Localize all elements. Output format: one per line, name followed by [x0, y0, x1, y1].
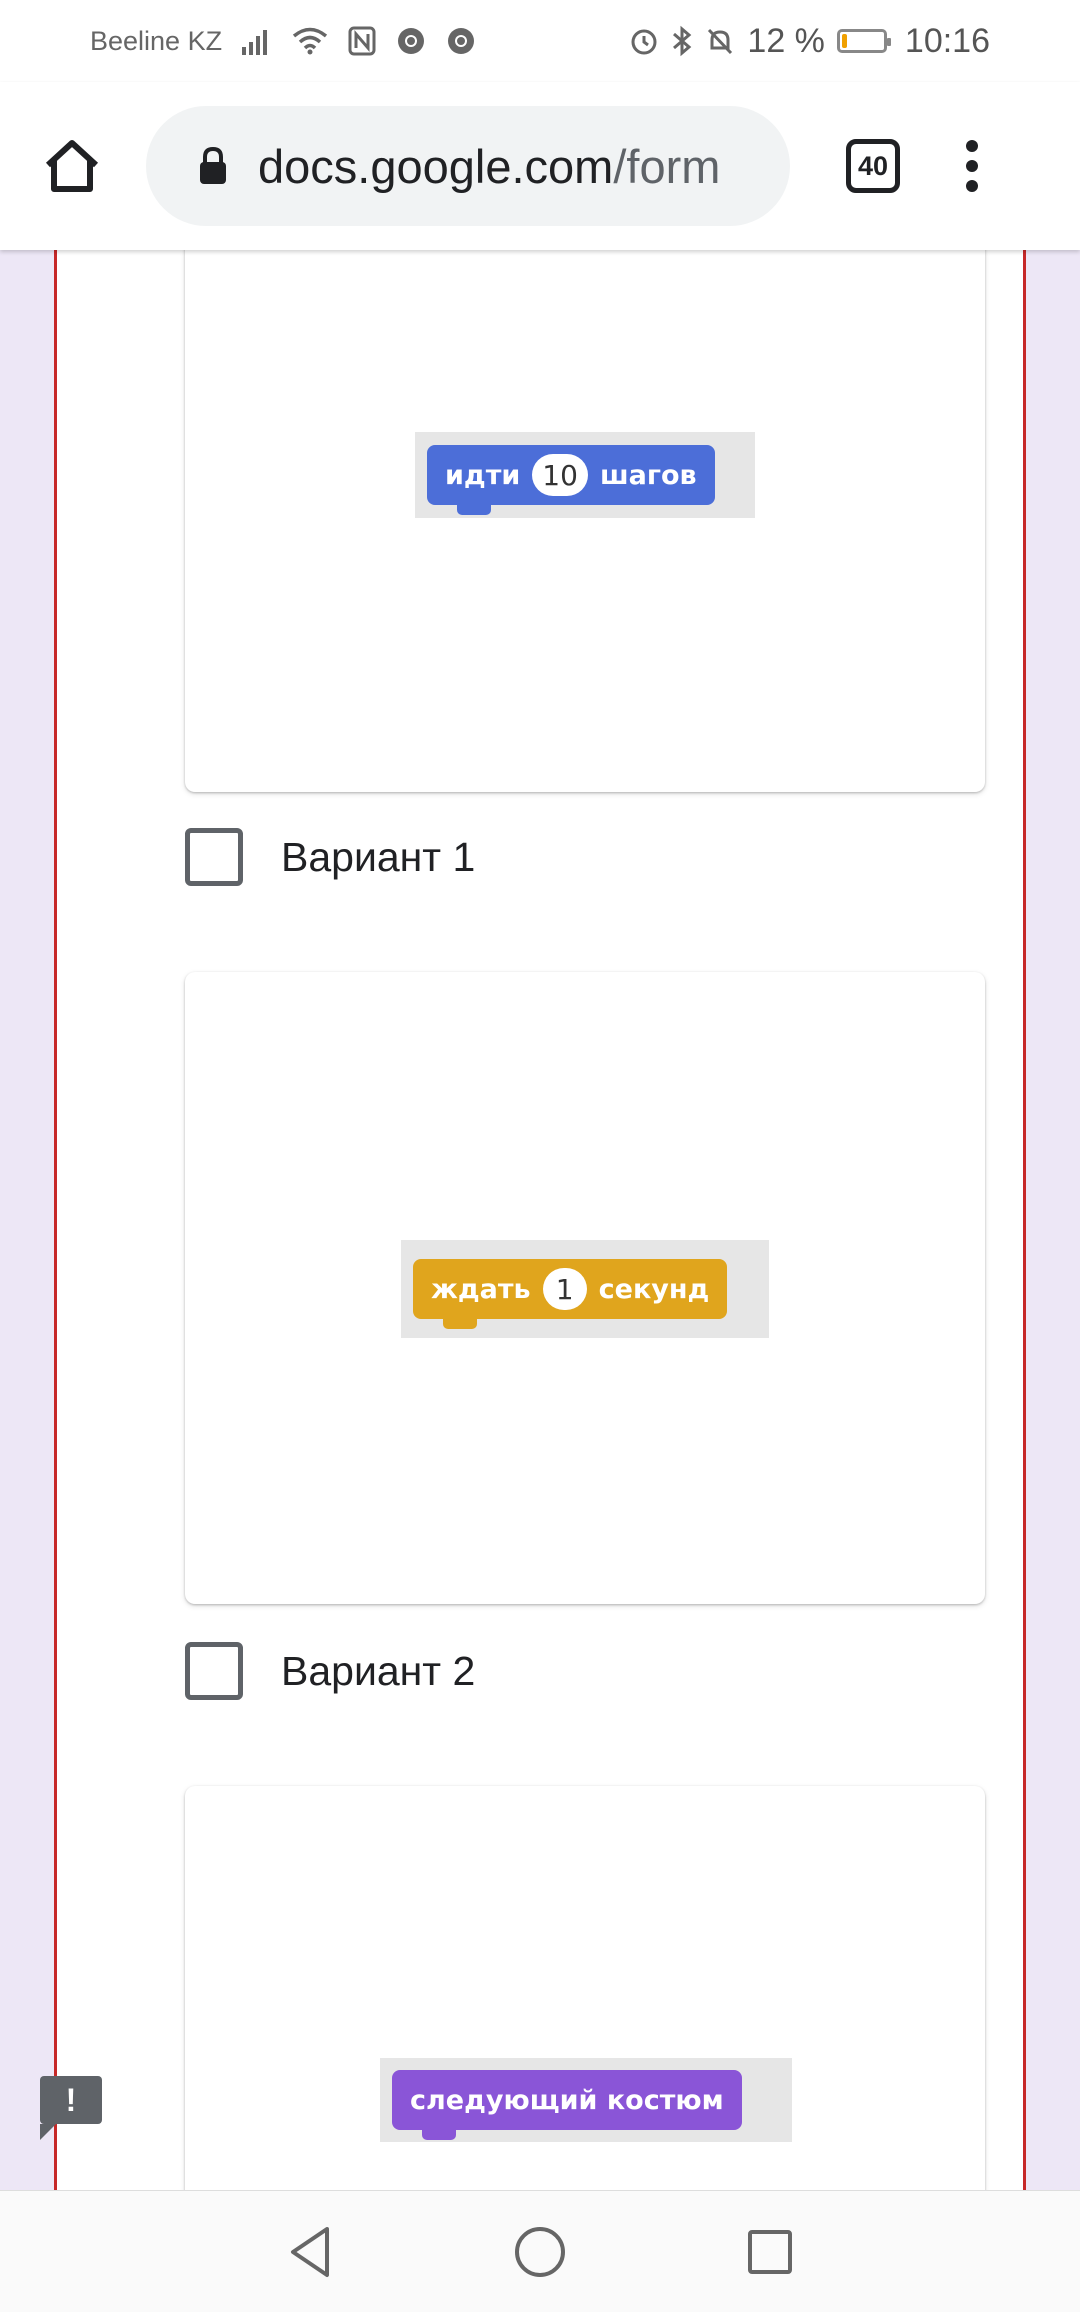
tab-switcher-button[interactable]: 40	[846, 139, 900, 193]
report-problem-button[interactable]: !	[40, 2076, 102, 2140]
option-image-1: идти 10 шагов	[185, 230, 985, 792]
option-label-2: Вариант 2	[281, 1647, 476, 1694]
status-left: Beeline KZ	[90, 26, 476, 57]
bluetooth-icon	[673, 25, 692, 57]
block-text-after: шагов	[599, 459, 697, 491]
scratch-block-image: ждать 1 секунд	[401, 1240, 769, 1338]
menu-dot-icon	[966, 140, 978, 152]
more-options-button[interactable]	[962, 140, 982, 192]
menu-dot-icon	[966, 160, 978, 172]
option-image-2: ждать 1 секунд	[185, 972, 985, 1604]
scratch-block-image: следующий костюм	[380, 2058, 792, 2142]
home-nav-button[interactable]	[510, 2222, 570, 2282]
clock: 10:16	[904, 21, 990, 60]
recents-button[interactable]	[740, 2222, 800, 2282]
block-text: следующий костюм	[410, 2084, 724, 2116]
block-value-pill: 1	[542, 1268, 587, 1310]
home-icon	[45, 140, 99, 192]
signal-icon	[242, 30, 268, 55]
battery-icon	[836, 29, 891, 53]
option-label-1: Вариант 1	[281, 833, 476, 880]
block-value-pill: 10	[532, 454, 588, 496]
system-navigation-bar	[0, 2190, 1080, 2312]
url-text: docs.google.com/form	[258, 139, 720, 194]
chrome-notification-icon-2	[448, 28, 475, 54]
option-row-1[interactable]: Вариант 1	[185, 828, 475, 886]
recents-square-icon	[748, 2229, 792, 2274]
option-checkbox-2[interactable]	[185, 1642, 243, 1700]
home-circle-icon	[515, 2226, 565, 2277]
scratch-block-image: идти 10 шагов	[415, 432, 755, 518]
menu-dot-icon	[966, 180, 978, 192]
browser-toolbar: docs.google.com/form 40	[0, 82, 1080, 250]
url-domain: docs.google.com	[258, 139, 614, 193]
scratch-block-next-costume: следующий костюм	[392, 2070, 742, 2140]
alarm-icon	[631, 29, 657, 55]
lock-icon	[198, 146, 228, 186]
block-text-before: ждать	[431, 1273, 531, 1305]
scratch-block-move: идти 10 шагов	[427, 445, 715, 515]
option-image-3: следующий костюм	[185, 1786, 985, 2206]
option-row-2[interactable]: Вариант 2	[185, 1642, 475, 1700]
scratch-block-wait: ждать 1 секунд	[413, 1259, 728, 1329]
status-bar: Beeline KZ 12 % 10:16	[0, 0, 1080, 82]
home-button[interactable]	[28, 122, 116, 210]
nfc-icon	[348, 26, 376, 56]
back-button[interactable]	[280, 2222, 340, 2282]
back-triangle-icon	[291, 2226, 329, 2277]
wifi-icon	[292, 27, 328, 55]
url-path: /form	[613, 139, 721, 193]
battery-fill	[841, 34, 847, 48]
carrier-name: Beeline KZ	[90, 25, 223, 56]
block-text-before: идти	[445, 459, 521, 491]
status-right: 12 % 10:16	[629, 22, 990, 61]
block-text-after: секунд	[598, 1273, 710, 1305]
address-bar[interactable]: docs.google.com/form	[146, 106, 790, 226]
battery-percent: 12 %	[747, 21, 825, 60]
chrome-notification-icon	[398, 28, 425, 54]
option-checkbox-1[interactable]	[185, 828, 243, 886]
form-question-card: идти 10 шагов Вариант 1 ждать 1 секунд В…	[54, 230, 1026, 2206]
notifications-off-icon	[708, 28, 733, 55]
